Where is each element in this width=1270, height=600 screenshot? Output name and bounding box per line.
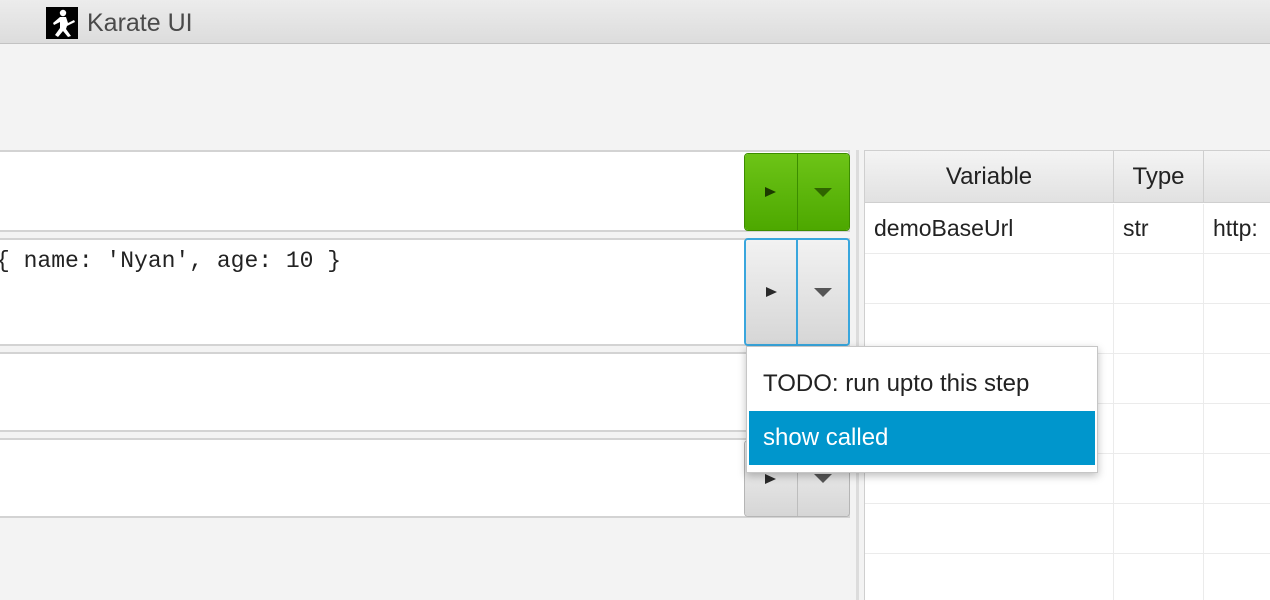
table-header: Variable Type [865,150,1270,203]
step-editor-4[interactable] [0,438,850,518]
column-header-variable[interactable]: Variable [865,151,1114,202]
chevron-down-icon [814,187,833,197]
variable-value-cell: http: [1213,215,1258,241]
run-step-button[interactable] [745,154,797,230]
play-icon [765,473,777,484]
karate-logo-icon [46,7,78,39]
step-editor-1[interactable] [0,150,850,232]
step-menu-button[interactable] [796,154,849,230]
table-row[interactable]: demoBaseUrl str http: [865,204,1270,254]
menu-item-run-upto-step[interactable]: TODO: run upto this step [749,357,1095,411]
window-title: Karate UI [87,9,193,37]
chevron-down-icon [814,474,833,483]
variable-name-cell: demoBaseUrl [865,204,1114,253]
run-step-split-button-2[interactable] [744,238,850,346]
step-editor-2[interactable]: { name: 'Nyan', age: 10 } [0,238,850,346]
table-row-empty [865,554,1270,600]
run-step-button[interactable] [746,240,796,344]
column-header-type[interactable]: Type [1114,151,1204,202]
step-menu-button[interactable] [796,240,848,344]
menu-item-show-called[interactable]: show called [749,411,1095,465]
run-step-split-button-1[interactable] [744,153,850,231]
play-icon [765,287,777,297]
table-row-empty [865,254,1270,304]
step-context-menu: TODO: run upto this step show called [746,346,1098,473]
step-editor-3[interactable] [0,352,850,432]
column-header-value[interactable] [1204,151,1270,202]
step-text: { name: 'Nyan', age: 10 } [0,248,342,274]
table-row-empty [865,504,1270,554]
variable-type-cell: str [1114,204,1204,253]
chevron-down-icon [814,287,832,297]
play-icon [765,187,777,197]
window-titlebar: Karate UI [0,0,1270,44]
